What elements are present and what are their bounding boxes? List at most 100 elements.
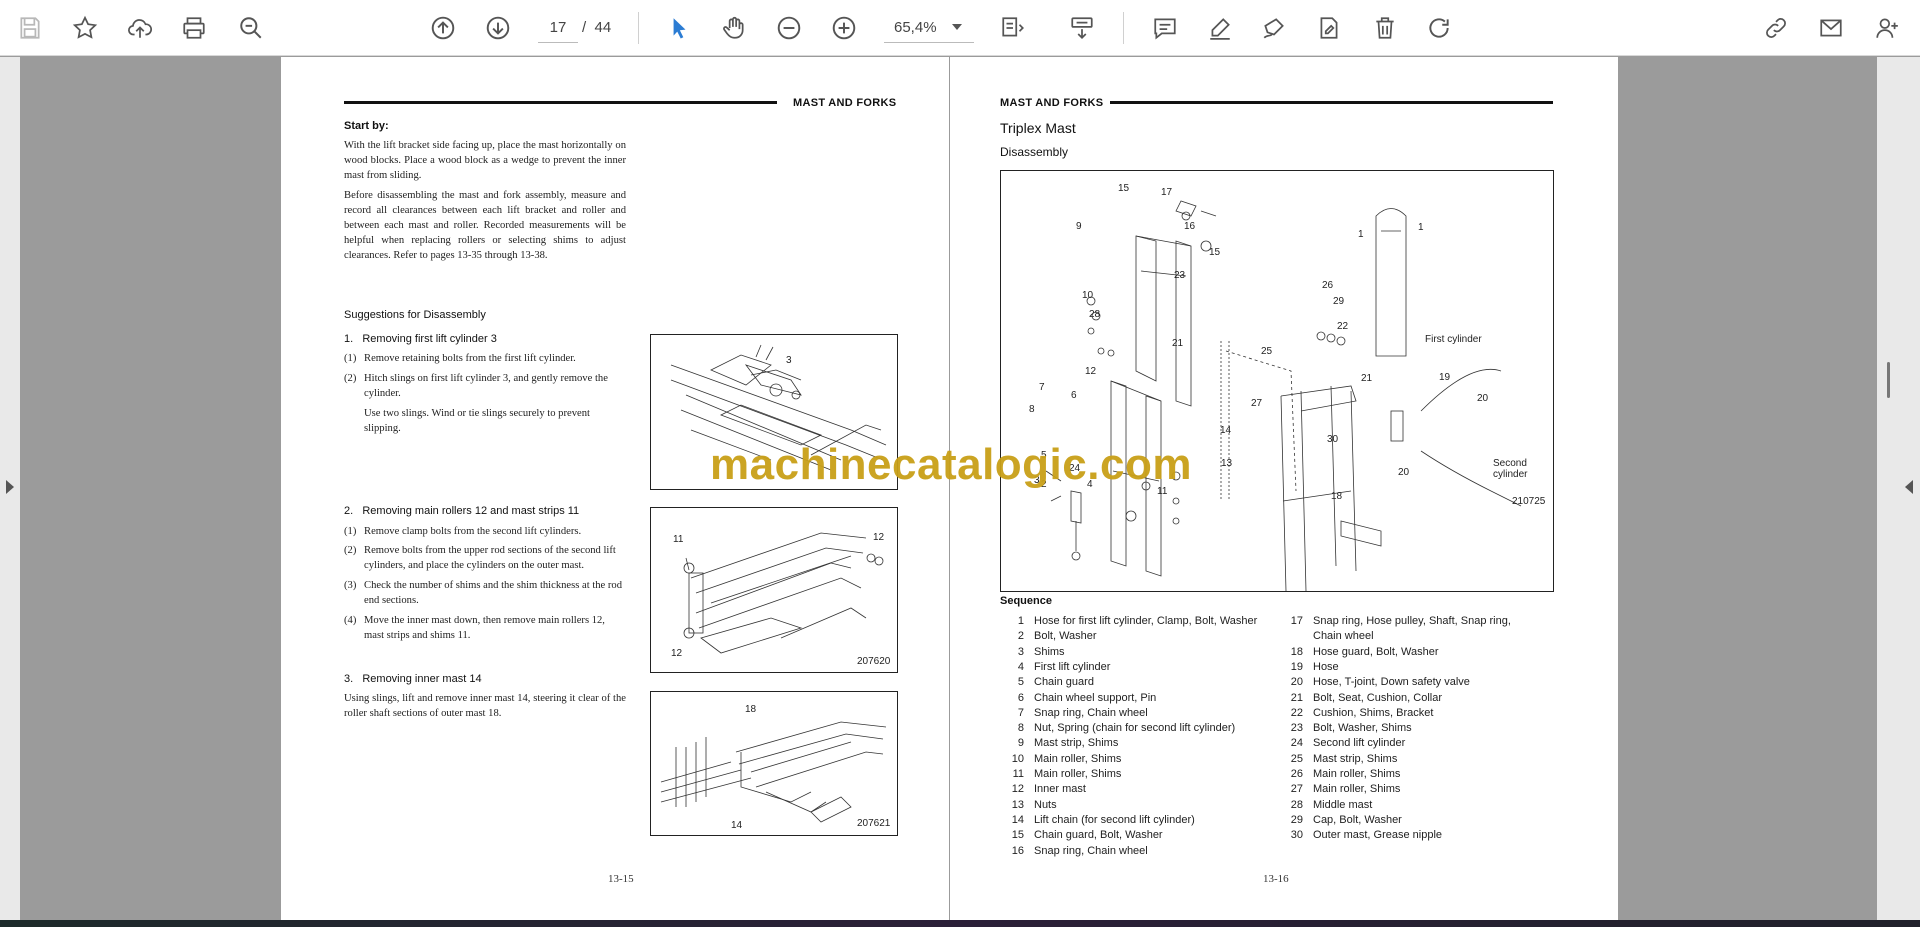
figure-callout: 19	[1439, 372, 1451, 383]
figure-main-rollers: 11 12 12 207620	[650, 507, 898, 673]
sequence-number: 3	[1017, 645, 1024, 658]
start-by-title: Start by:	[344, 120, 389, 132]
email-icon[interactable]	[1813, 10, 1849, 46]
page-up-icon[interactable]	[425, 10, 461, 46]
sequence-item: 9 Mast strip, Shims	[1008, 736, 1298, 750]
step-text: Check the number of shims and the shim t…	[364, 580, 623, 606]
sequence-text: Hose for first lift cylinder, Clamp, Bol…	[1034, 615, 1258, 627]
chevron-down-icon[interactable]	[952, 24, 962, 30]
zoom-search-icon[interactable]	[233, 10, 269, 46]
sequence-item: 25 Mast strip, Shims	[1287, 752, 1577, 766]
upload-cloud-icon[interactable]	[122, 10, 158, 46]
step-text: Remove clamp bolts from the second lift …	[364, 526, 582, 537]
list-item: (2) Hitch slings on first lift cylinder 3…	[344, 371, 626, 401]
sequence-number: 4	[1017, 660, 1024, 673]
sequence-text: Nut, Spring (chain for second lift cylin…	[1034, 722, 1236, 735]
delete-icon[interactable]	[1367, 10, 1403, 46]
sequence-text: Mast strip, Shims	[1313, 752, 1398, 765]
figure-callout: 16	[1184, 221, 1196, 232]
page-down-icon[interactable]	[480, 10, 516, 46]
hand-tool-icon[interactable]	[716, 10, 752, 46]
toolbar-divider	[638, 12, 639, 44]
fill-sign-icon[interactable]	[1311, 10, 1347, 46]
vertical-scrollbar[interactable]	[1887, 362, 1890, 398]
sequence-item: 22 Cushion, Shims, Bracket	[1287, 706, 1577, 720]
figure-id: 207620	[857, 656, 891, 667]
sequence-item: 13 Nuts	[1008, 798, 1298, 812]
print-icon[interactable]	[176, 10, 212, 46]
sequence-number: 17	[1290, 615, 1303, 627]
sequence-item: 1 Hose for first lift cylinder, Clamp, Bo…	[1008, 614, 1298, 628]
draw-sign-icon[interactable]	[1256, 10, 1292, 46]
sequence-number: 19	[1290, 660, 1303, 673]
add-user-icon[interactable]	[1869, 10, 1905, 46]
figure-callout: 30	[1327, 434, 1339, 445]
section-subtitle: Disassembly	[1000, 145, 1069, 159]
page-number: 13-16	[1263, 873, 1289, 885]
sequence-item: 3 Shims	[1008, 645, 1298, 659]
figure-callout: 1	[1358, 229, 1364, 240]
page-separator: /	[582, 19, 587, 36]
header-rule	[344, 101, 777, 104]
left-panel-toggle[interactable]	[0, 57, 20, 920]
sequence-number: 7	[1017, 706, 1024, 719]
fit-page-icon[interactable]	[995, 10, 1031, 46]
sequence-item: 12 Inner mast	[1008, 782, 1298, 796]
figure-callout: 27	[1251, 398, 1263, 409]
figure-callout: 21	[1172, 338, 1184, 349]
sequence-item: 19 Hose	[1287, 660, 1577, 674]
step-number: (2)	[344, 545, 357, 556]
page-number-input[interactable]: 17	[538, 13, 578, 43]
figure-callout: 18	[745, 704, 757, 715]
sequence-number: 30	[1290, 829, 1303, 842]
figure-callout: 10	[1082, 290, 1094, 301]
highlight-pen-icon[interactable]	[1202, 10, 1238, 46]
step-number: (2)	[344, 373, 357, 384]
share-link-icon[interactable]	[1758, 10, 1794, 46]
step-text: Hitch slings on first lift cylinder 3, a…	[364, 373, 608, 399]
step-text: Remove bolts from the upper rod sections…	[364, 545, 616, 571]
list-item: (2) Remove bolts from the upper rod secti…	[344, 543, 626, 573]
figure-callout: 18	[1331, 491, 1343, 502]
figure-callout: 23	[1174, 270, 1186, 281]
figure-callout: 3	[786, 355, 792, 366]
figure-callout: 14	[731, 820, 743, 831]
section-paragraph: Using slings, lift and remove inner mast…	[344, 693, 626, 719]
figure-callout: 9	[1076, 221, 1082, 232]
step-text: Move the inner mast down, then remove ma…	[364, 615, 605, 641]
expand-right-icon[interactable]	[1905, 480, 1913, 494]
sequence-number: 2	[1017, 630, 1024, 643]
expand-left-icon[interactable]	[6, 480, 14, 494]
sequence-item: 2 Bolt, Washer	[1008, 629, 1298, 643]
section-title: Triplex Mast	[1000, 120, 1076, 136]
bookmark-star-icon[interactable]	[67, 10, 103, 46]
sequence-number: 18	[1290, 645, 1303, 658]
sequence-number: 1	[1017, 615, 1024, 627]
right-panel-toggle[interactable]	[1877, 57, 1920, 920]
sequence-number: 26	[1290, 768, 1303, 780]
sequence-text: Hose, T-joint, Down safety valve	[1313, 676, 1470, 689]
sequence-text: Main roller, Shims	[1034, 752, 1122, 765]
comment-icon[interactable]	[1147, 10, 1183, 46]
page-number: 13-15	[608, 873, 634, 885]
sequence-text: Lift chain (for second lift cylinder)	[1034, 813, 1195, 826]
select-arrow-icon[interactable]	[661, 10, 697, 46]
sequence-text: Chain guard, Bolt, Washer	[1034, 829, 1163, 842]
scroll-mode-icon[interactable]	[1064, 10, 1100, 46]
figure-callout: 29	[1333, 296, 1345, 307]
zoom-out-icon[interactable]	[771, 10, 807, 46]
sequence-number: 27	[1290, 783, 1303, 796]
sequence-number: 11	[1012, 768, 1024, 780]
step-number: (4)	[344, 615, 357, 626]
sequence-item: 14 Lift chain (for second lift cylinder)	[1008, 813, 1298, 827]
zoom-in-icon[interactable]	[826, 10, 862, 46]
sequence-number: 5	[1017, 676, 1024, 689]
sequence-number: 6	[1017, 691, 1024, 704]
sequence-number: 14	[1011, 813, 1024, 826]
figure-callout: 7	[1039, 382, 1045, 393]
section-title: 2. Removing main rollers 12 and mast str…	[344, 505, 580, 517]
rotate-icon[interactable]	[1421, 10, 1457, 46]
figure-callout: 11	[673, 534, 684, 545]
figure-callout: 20	[1477, 393, 1489, 404]
save-icon[interactable]	[12, 10, 48, 46]
